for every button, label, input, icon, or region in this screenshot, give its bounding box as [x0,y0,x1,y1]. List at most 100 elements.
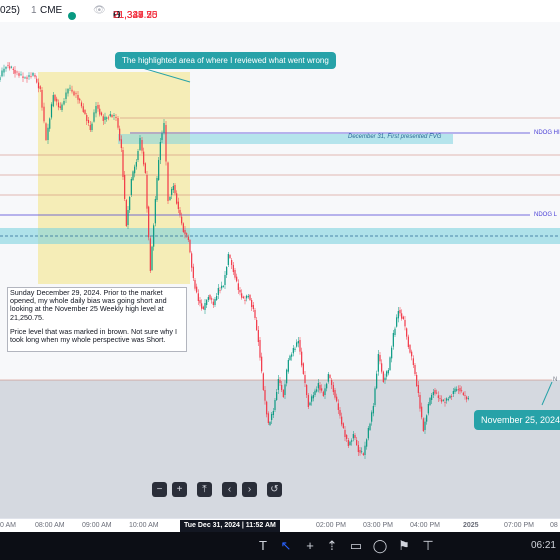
symbol-label[interactable]: 025) [0,5,20,16]
candle-body [376,373,378,389]
long-position-icon[interactable]: ⇡ [324,538,340,554]
journal-note[interactable]: Sunday December 29, 2024. Prior to the m… [7,287,187,353]
zoom-out-button[interactable]: − [152,482,167,497]
eye-icon[interactable]: 👁 [93,5,106,16]
candle-body [86,115,88,121]
candle-body [402,316,404,319]
candle-body [226,267,228,275]
flag-icon[interactable]: ⚑ [396,538,412,554]
candle-body [454,388,456,392]
candle-body [117,118,119,128]
candle-body [129,197,131,210]
price-note-icon[interactable]: ⊤ [420,538,436,554]
candle-body [171,189,173,195]
candle-body [387,370,389,374]
exchange-label: CME [40,5,63,16]
candle-body [137,151,139,160]
candle-body [271,414,273,420]
november-callout[interactable]: November 25, 2024 [474,410,560,430]
candle-body [326,383,328,389]
candle-body [462,392,464,395]
candle-body [194,280,196,289]
candle-body [65,92,67,99]
candle-body [322,391,324,396]
crosshair-icon[interactable]: + [302,538,318,554]
candle-body [199,300,201,304]
candle-body [231,260,233,265]
candle-body [104,116,106,120]
zoom-in-button[interactable]: + [172,482,187,497]
review-callout[interactable]: The highlighted area of where I reviewed… [115,52,336,69]
candle-body [41,90,43,108]
candle-body [412,358,414,365]
time-axis[interactable]: 0 AM 08:00 AM 09:00 AM 10:00 AM Tue Dec … [0,518,560,533]
candle-body [336,396,338,402]
candle-body [141,140,143,151]
close-value: 21,337.75 [113,10,158,21]
interval-label[interactable]: 1 [31,5,37,16]
candle-body [232,265,234,272]
candle-body [16,71,18,73]
candle-body [437,395,439,398]
candle-body [50,104,53,118]
candle-body [416,375,418,386]
candle-body [449,396,451,398]
candle-body [115,117,117,118]
candle-body [426,415,428,422]
candle-body [342,423,344,428]
candle-body [106,117,108,119]
scroll-left-button[interactable]: ‹ [222,482,237,497]
candle-body [361,451,363,453]
candle-body [382,371,384,382]
candle-body [456,389,458,391]
note-icon[interactable]: ▭ [348,538,364,554]
candle-body [45,123,47,140]
candle-body [24,77,26,79]
price-chart[interactable] [0,22,560,522]
candle-body [204,303,206,310]
candle-body [301,351,303,366]
candle-body [446,398,448,401]
candle-body [442,400,444,401]
candle-body [274,400,276,410]
candle-body [291,354,293,357]
candle-body [264,390,266,401]
candle-body [277,379,279,390]
candle-body [287,360,289,372]
reset-scale-button[interactable]: ⤒ [197,482,212,497]
candle-body [321,388,323,391]
scroll-right-button[interactable]: › [242,482,257,497]
time-tick: 04:00 PM [410,522,440,529]
candle-body [252,305,254,309]
reset-chart-button[interactable]: ↺ [267,482,282,497]
candle-body [49,118,51,129]
candle-body [247,296,249,297]
review-highlight-box[interactable] [38,72,190,284]
candle-body [43,106,45,122]
note-paragraph-2: Price level that was marked in brown. No… [10,326,177,345]
candle-body [122,150,124,177]
candle-body [261,356,263,372]
candle-body [317,383,319,389]
candle-body [211,298,213,300]
candle-body [377,354,379,372]
candle-body [124,175,126,199]
candle-body [151,246,153,270]
candle-body [267,413,269,423]
candle-body [169,197,171,200]
clock: 06:21 [530,540,556,551]
candle-body [143,151,145,165]
candle-body [392,333,394,347]
candle-body [362,453,364,455]
candle-body [216,296,218,300]
cursor-icon[interactable]: ↖ [278,538,294,554]
text-tool-icon[interactable]: T [255,538,271,554]
ellipse-icon[interactable]: ◯ [372,538,388,554]
ndog-low-label: NDOG L [534,212,558,218]
candle-body [20,74,22,76]
candle-body [217,288,219,295]
candle-body [424,421,426,430]
candle-body [219,290,221,291]
candle-body [163,123,165,133]
candle-body [347,440,349,446]
